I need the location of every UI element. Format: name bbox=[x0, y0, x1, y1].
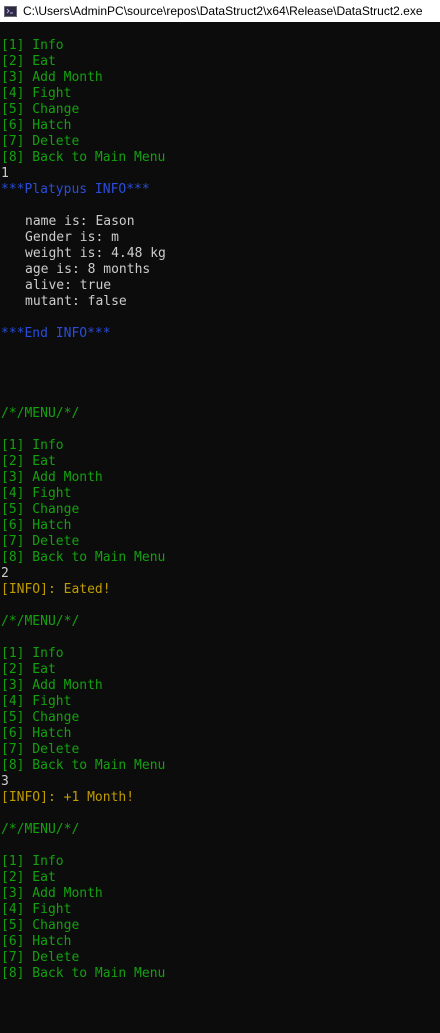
menu-item-change: [5] Change bbox=[1, 918, 80, 933]
menu-item-back: [8] Back to Main Menu bbox=[1, 966, 166, 981]
info-footer: ***End INFO*** bbox=[1, 326, 111, 341]
console-output[interactable]: [1] Info [2] Eat [3] Add Month [4] Fight… bbox=[0, 22, 440, 1033]
title-bar[interactable]: C:\Users\AdminPC\source\repos\DataStruct… bbox=[0, 0, 440, 22]
menu-item-hatch: [6] Hatch bbox=[1, 934, 72, 949]
menu-item-back: [8] Back to Main Menu bbox=[1, 550, 166, 565]
menu-item-fight: [4] Fight bbox=[1, 694, 72, 709]
info-name: name is: Eason bbox=[25, 214, 135, 229]
window-title: C:\Users\AdminPC\source\repos\DataStruct… bbox=[23, 4, 423, 18]
console-app-icon bbox=[4, 5, 17, 17]
menu-header: /*/MENU/*/ bbox=[1, 822, 80, 837]
menu-item-eat: [2] Eat bbox=[1, 870, 56, 885]
user-input-line: 1 bbox=[1, 166, 9, 181]
user-input-line: 2 bbox=[1, 566, 9, 581]
menu-item-eat: [2] Eat bbox=[1, 54, 56, 69]
menu-item-hatch: [6] Hatch bbox=[1, 518, 72, 533]
info-mutant: mutant: false bbox=[25, 294, 127, 309]
menu-item-add-month: [3] Add Month bbox=[1, 886, 103, 901]
info-message-month: [INFO]: +1 Month! bbox=[1, 790, 135, 805]
menu-item-fight: [4] Fight bbox=[1, 486, 72, 501]
info-gender: Gender is: m bbox=[25, 230, 119, 245]
menu-item-add-month: [3] Add Month bbox=[1, 470, 103, 485]
menu-header: /*/MENU/*/ bbox=[1, 614, 80, 629]
menu-item-change: [5] Change bbox=[1, 710, 80, 725]
info-alive: alive: true bbox=[25, 278, 112, 293]
menu-item-change: [5] Change bbox=[1, 502, 80, 517]
menu-item-delete: [7] Delete bbox=[1, 534, 80, 549]
menu-item-eat: [2] Eat bbox=[1, 662, 56, 677]
info-weight: weight is: 4.48 kg bbox=[25, 246, 166, 261]
menu-item-info: [1] Info bbox=[1, 646, 64, 661]
menu-header: /*/MENU/*/ bbox=[1, 406, 80, 421]
menu-item-eat: [2] Eat bbox=[1, 454, 56, 469]
info-age: age is: 8 months bbox=[25, 262, 151, 277]
menu-item-delete: [7] Delete bbox=[1, 950, 80, 965]
info-header: ***Platypus INFO*** bbox=[1, 182, 150, 197]
menu-item-fight: [4] Fight bbox=[1, 902, 72, 917]
menu-item-hatch: [6] Hatch bbox=[1, 118, 72, 133]
console-window: C:\Users\AdminPC\source\repos\DataStruct… bbox=[0, 0, 440, 1033]
user-input-line: 3 bbox=[1, 774, 9, 789]
menu-item-add-month: [3] Add Month bbox=[1, 70, 103, 85]
menu-item-hatch: [6] Hatch bbox=[1, 726, 72, 741]
menu-item-delete: [7] Delete bbox=[1, 742, 80, 757]
info-message-eat: [INFO]: Eated! bbox=[1, 582, 111, 597]
menu-item-info: [1] Info bbox=[1, 38, 64, 53]
menu-item-fight: [4] Fight bbox=[1, 86, 72, 101]
menu-item-back: [8] Back to Main Menu bbox=[1, 758, 166, 773]
menu-item-info: [1] Info bbox=[1, 438, 64, 453]
menu-item-delete: [7] Delete bbox=[1, 134, 80, 149]
menu-item-info: [1] Info bbox=[1, 854, 64, 869]
menu-item-add-month: [3] Add Month bbox=[1, 678, 103, 693]
menu-item-back: [8] Back to Main Menu bbox=[1, 150, 166, 165]
menu-item-change: [5] Change bbox=[1, 102, 80, 117]
